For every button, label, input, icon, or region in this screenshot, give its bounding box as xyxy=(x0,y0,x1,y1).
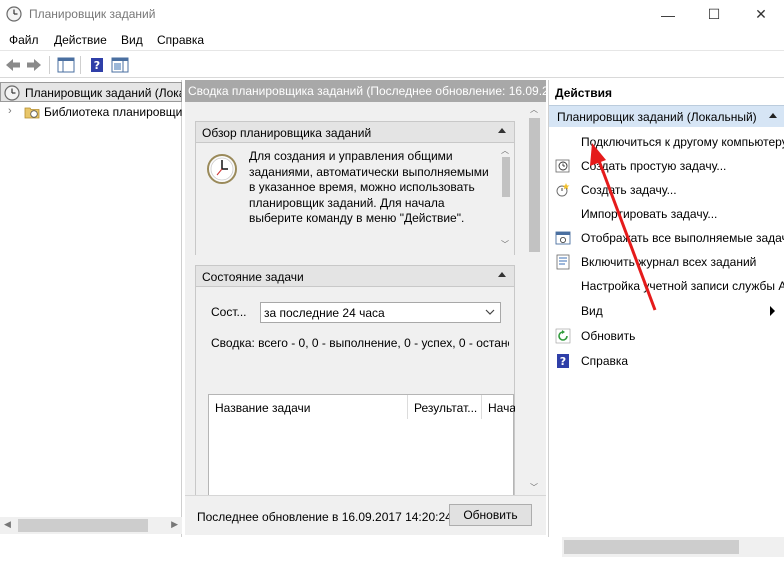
action-help[interactable]: ? Справка xyxy=(549,349,784,373)
column-result[interactable]: Результат... xyxy=(408,395,482,419)
last-update-text: Последнее обновление в 16.09.2017 14:20:… xyxy=(197,510,452,524)
tree-item-library[interactable]: › Библиотека планировщика заданий xyxy=(0,102,182,122)
action-pane-icon[interactable] xyxy=(110,56,130,74)
scrollbar-thumb[interactable] xyxy=(564,540,739,554)
action-label: Вид xyxy=(581,304,603,318)
scroll-up-icon[interactable]: ︿ xyxy=(501,145,509,156)
actions-horizontal-scrollbar[interactable] xyxy=(562,537,784,557)
period-select-value: за последние 24 часа xyxy=(264,306,385,320)
column-start[interactable]: Начало xyxy=(482,395,515,419)
status-label: Сост... xyxy=(211,305,247,319)
menu-file[interactable]: Файл xyxy=(9,33,39,47)
svg-text:?: ? xyxy=(94,59,100,72)
console-tree-icon[interactable] xyxy=(56,56,76,74)
collapse-icon[interactable] xyxy=(498,272,506,277)
action-at-account[interactable]: Настройка учетной записи службы AT xyxy=(549,274,784,298)
toolbar-separator xyxy=(80,56,81,74)
submenu-arrow-icon xyxy=(770,306,775,316)
action-create-task[interactable]: Создать задачу... xyxy=(549,178,784,202)
action-label: Справка xyxy=(581,354,629,368)
status-summary: Сводка: всего - 0, 0 - выполнение, 0 - у… xyxy=(211,336,509,350)
collapse-icon[interactable] xyxy=(498,128,506,133)
menu-action[interactable]: Действие xyxy=(54,33,107,47)
action-label: Импортировать задачу... xyxy=(581,207,718,221)
back-icon[interactable] xyxy=(3,56,23,74)
status-title: Состояние задачи xyxy=(202,270,304,284)
status-panel-header[interactable]: Состояние задачи xyxy=(195,265,515,287)
svg-text:?: ? xyxy=(560,355,566,368)
overview-scrollbar[interactable]: ︿ ﹀ xyxy=(498,143,514,255)
action-label: Создать простую задачу... xyxy=(581,159,727,173)
toolbar-separator xyxy=(49,56,50,74)
action-label: Включить журнал всех заданий xyxy=(581,255,757,269)
actions-title: Действия xyxy=(549,80,784,104)
tree-item-root[interactable]: Планировщик заданий (Локальный) xyxy=(0,82,182,102)
actions-pane: Действия Планировщик заданий (Локальный)… xyxy=(548,80,784,537)
create-task-icon xyxy=(556,183,570,197)
summary-footer: Последнее обновление в 16.09.2017 14:20:… xyxy=(185,495,546,535)
running-tasks-icon xyxy=(555,231,571,245)
chevron-down-icon[interactable] xyxy=(485,307,495,317)
scrollbar-thumb[interactable] xyxy=(502,157,510,197)
action-refresh[interactable]: Обновить xyxy=(549,324,784,348)
summary-pane: Сводка планировщика заданий (Последнее о… xyxy=(185,80,546,535)
scheduler-clock-icon xyxy=(6,6,22,22)
refresh-button[interactable]: Обновить xyxy=(449,504,532,526)
action-enable-history[interactable]: Включить журнал всех заданий xyxy=(549,250,784,274)
title-bar: Планировщик заданий — ☐ ✕ xyxy=(0,0,784,29)
window-title: Планировщик заданий xyxy=(29,7,156,21)
collapse-icon[interactable] xyxy=(769,113,777,118)
menu-view[interactable]: Вид xyxy=(121,33,143,47)
scheduler-clock-icon xyxy=(207,154,237,184)
scroll-down-icon[interactable]: ﹀ xyxy=(530,482,538,493)
menu-bar: Файл Действие Вид Справка xyxy=(0,29,784,51)
period-select[interactable]: за последние 24 часа xyxy=(260,302,501,323)
create-basic-task-icon xyxy=(555,159,570,173)
scheduler-clock-icon xyxy=(4,85,20,101)
scrollbar-thumb[interactable] xyxy=(18,519,148,532)
close-button[interactable]: ✕ xyxy=(738,0,784,29)
forward-icon[interactable] xyxy=(24,56,44,74)
menu-help[interactable]: Справка xyxy=(157,33,204,47)
action-label: Настройка учетной записи службы AT xyxy=(581,279,784,293)
actions-section-header[interactable]: Планировщик заданий (Локальный) xyxy=(549,105,784,127)
chevron-right-icon[interactable]: › xyxy=(8,105,12,117)
overview-panel-header[interactable]: Обзор планировщика заданий xyxy=(195,121,515,143)
actions-section-label: Планировщик заданий (Локальный) xyxy=(557,110,757,124)
summary-header: Сводка планировщика заданий (Последнее о… xyxy=(185,80,546,102)
help-icon[interactable]: ? xyxy=(87,56,107,74)
column-task-name[interactable]: Название задачи xyxy=(209,395,408,419)
toolbar: ? xyxy=(0,52,784,78)
tree-item-label: Библиотека планировщика заданий xyxy=(44,105,182,119)
action-label: Подключиться к другому компьютеру... xyxy=(581,135,784,149)
center-vertical-scrollbar[interactable]: ︿ ﹀ xyxy=(526,102,543,495)
maximize-button[interactable]: ☐ xyxy=(691,0,737,29)
action-import-task[interactable]: Импортировать задачу... xyxy=(549,202,784,226)
overview-panel-body: Для создания и управления общими задания… xyxy=(195,143,515,255)
horizontal-scrollbar[interactable]: ◀ ▶ xyxy=(0,517,182,534)
overview-title: Обзор планировщика заданий xyxy=(202,126,372,140)
scrollbar-thumb[interactable] xyxy=(529,118,540,252)
overview-text: Для создания и управления общими задания… xyxy=(249,149,489,225)
console-tree: Планировщик заданий (Локальный) › Библио… xyxy=(0,80,182,537)
action-label: Отображать все выполняемые задачи xyxy=(581,231,784,245)
action-connect[interactable]: Подключиться к другому компьютеру... xyxy=(549,130,784,154)
minimize-button[interactable]: — xyxy=(645,0,691,29)
scroll-right-icon[interactable]: ▶ xyxy=(171,519,178,530)
tree-item-label: Планировщик заданий (Локальный) xyxy=(25,86,181,100)
refresh-icon xyxy=(555,328,571,344)
action-create-basic-task[interactable]: Создать простую задачу... xyxy=(549,154,784,178)
scroll-down-icon[interactable]: ﹀ xyxy=(501,239,509,250)
scroll-up-icon[interactable]: ︿ xyxy=(530,104,538,115)
action-show-running[interactable]: Отображать все выполняемые задачи xyxy=(549,226,784,250)
action-label: Обновить xyxy=(581,329,636,343)
help-icon: ? xyxy=(557,354,569,368)
folder-clock-icon xyxy=(24,107,40,119)
action-label: Создать задачу... xyxy=(581,183,677,197)
action-view[interactable]: Вид xyxy=(549,299,784,323)
history-icon xyxy=(556,254,570,270)
scroll-left-icon[interactable]: ◀ xyxy=(4,519,11,530)
